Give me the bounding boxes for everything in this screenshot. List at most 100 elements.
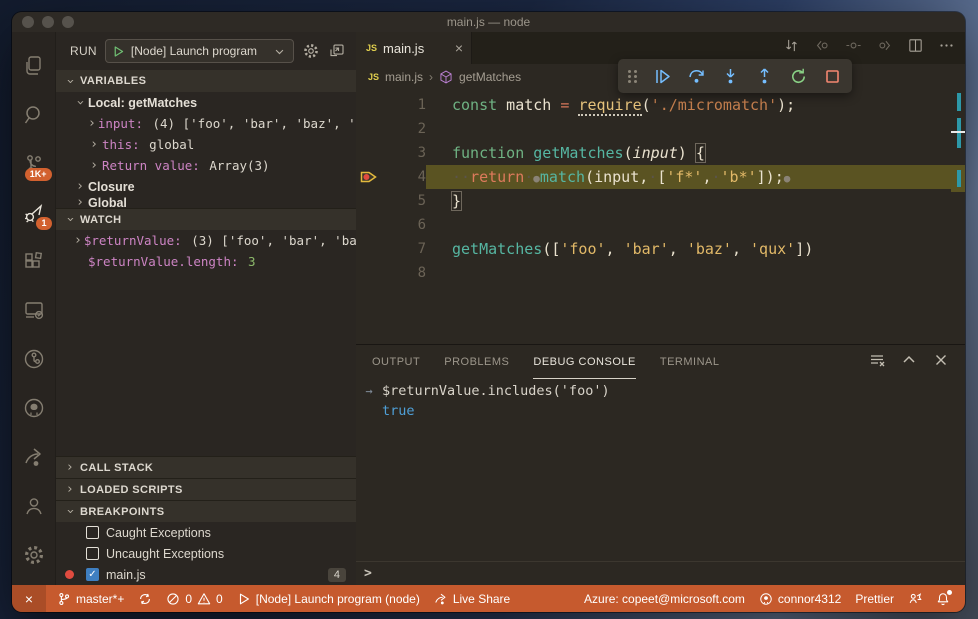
launch-config-dropdown[interactable]: [Node] Launch program xyxy=(104,39,294,63)
sync-button[interactable] xyxy=(131,585,159,612)
live-share-status[interactable]: Live Share xyxy=(427,585,517,612)
restart-button[interactable] xyxy=(789,67,808,86)
console-expression-row[interactable]: → $returnValue.includes('foo') xyxy=(356,381,965,401)
code-token: [ xyxy=(657,168,667,186)
gutter-breakpoint-zone[interactable] xyxy=(356,261,378,285)
code-line[interactable]: 6 xyxy=(356,213,965,237)
gutter-breakpoint-zone[interactable] xyxy=(356,165,378,189)
sidebar-item-explorer[interactable] xyxy=(12,42,56,91)
sidebar-item-live-share[interactable] xyxy=(12,433,56,482)
breakpoint-label: Uncaught Exceptions xyxy=(106,546,225,561)
breadcrumb-symbol[interactable]: getMatches xyxy=(459,70,521,84)
debug-settings-button[interactable] xyxy=(302,42,320,60)
maximize-panel-button[interactable] xyxy=(901,352,917,373)
notifications-button[interactable] xyxy=(929,585,957,612)
sidebar-item-source-control[interactable]: 1K+ xyxy=(12,140,56,189)
code-line[interactable]: 8 xyxy=(356,261,965,285)
gutter-breakpoint-zone[interactable] xyxy=(356,213,378,237)
tab-debug-console[interactable]: DEBUG CONSOLE xyxy=(533,345,636,379)
continue-button[interactable] xyxy=(653,67,672,86)
variable-row[interactable]: › this: global xyxy=(56,134,356,155)
more-actions-button[interactable] xyxy=(938,37,955,59)
gutter-breakpoint-zone[interactable] xyxy=(356,189,378,213)
tab-output[interactable]: OUTPUT xyxy=(372,345,420,379)
drag-handle-icon[interactable] xyxy=(628,69,638,83)
loaded-scripts-section-header[interactable]: › LOADED SCRIPTS xyxy=(56,478,356,500)
breakpoint-checkbox[interactable]: ✓ xyxy=(86,568,99,581)
close-panel-button[interactable] xyxy=(933,352,949,373)
breakpoint-row[interactable]: ✓ main.js 4 xyxy=(56,564,356,585)
tab-problems[interactable]: PROBLEMS xyxy=(444,345,509,379)
play-icon xyxy=(239,593,249,604)
debug-console-toggle-button[interactable] xyxy=(328,42,346,60)
step-into-button[interactable] xyxy=(721,67,740,86)
variable-row[interactable]: › Closure xyxy=(56,176,356,197)
problems-status[interactable]: 0 0 xyxy=(159,585,229,612)
variable-value: (3) ['foo', 'bar', 'baz'] xyxy=(191,233,356,248)
breakpoints-section-header[interactable]: › BREAKPOINTS xyxy=(56,500,356,522)
gutter-breakpoint-zone[interactable] xyxy=(356,141,378,165)
sidebar-item-remote-explorer[interactable] xyxy=(12,286,56,335)
formatter-status[interactable]: Prettier xyxy=(848,585,901,612)
variable-row[interactable]: › Return value: Array(3) xyxy=(56,155,356,176)
watch-section-header[interactable]: › WATCH xyxy=(56,208,356,230)
code-line[interactable]: 2 xyxy=(356,117,965,141)
split-editor-button[interactable] xyxy=(907,37,924,59)
code-line[interactable]: 5} xyxy=(356,189,965,213)
debug-console-input[interactable]: > xyxy=(356,561,965,585)
code-token: 'b*' xyxy=(720,168,757,186)
watch-row[interactable]: ›$returnValue: (3) ['foo', 'bar', 'baz'] xyxy=(56,230,356,251)
remote-indicator[interactable]: × xyxy=(12,585,46,612)
variables-section-header[interactable]: › VARIABLES xyxy=(56,70,356,92)
step-out-button[interactable] xyxy=(755,67,774,86)
clear-console-button[interactable] xyxy=(869,352,885,373)
github-account-status[interactable]: connor4312 xyxy=(752,585,848,612)
stop-button[interactable] xyxy=(823,67,842,86)
variable-row[interactable]: › Local: getMatches xyxy=(56,92,356,113)
launch-config-label: [Node] Launch program xyxy=(130,44,257,58)
gutter-breakpoint-zone[interactable] xyxy=(356,237,378,261)
open-changes-button[interactable] xyxy=(783,37,800,59)
current-change-button[interactable] xyxy=(845,37,862,59)
breadcrumb-file[interactable]: main.js xyxy=(385,70,423,84)
feedback-button[interactable] xyxy=(901,585,929,612)
gutter-breakpoint-zone[interactable] xyxy=(356,93,378,117)
azure-account-status[interactable]: Azure: copeet@microsoft.com xyxy=(577,585,752,612)
overview-ruler[interactable] xyxy=(951,90,965,344)
chevron-down-icon xyxy=(275,49,284,54)
breakpoint-row[interactable]: Uncaught Exceptions xyxy=(56,543,356,564)
watch-row[interactable]: $returnValue.length: 3 xyxy=(56,251,356,272)
call-stack-section-header[interactable]: › CALL STACK xyxy=(56,456,356,478)
sidebar-item-extensions[interactable] xyxy=(12,237,56,286)
sidebar-item-search[interactable] xyxy=(12,91,56,140)
sidebar-item-timeline[interactable] xyxy=(12,335,56,384)
close-tab-icon[interactable]: × xyxy=(455,40,463,56)
accounts-button[interactable] xyxy=(12,481,56,530)
variable-row[interactable]: ›input: (4) ['foo', 'bar', 'baz', 'qux'] xyxy=(56,113,356,134)
split-editor-icon xyxy=(909,39,922,52)
debug-target-status[interactable]: [Node] Launch program (node) xyxy=(230,585,427,612)
branch-status[interactable]: master*+ xyxy=(50,585,131,612)
code-token: 'baz' xyxy=(686,240,732,258)
variable-name: this: xyxy=(102,137,140,152)
code-editor[interactable]: 1 const match = require('./micromatch'); 2… xyxy=(356,90,965,344)
debug-console-output[interactable]: → $returnValue.includes('foo') true xyxy=(356,379,965,561)
breakpoint-row[interactable]: Caught Exceptions xyxy=(56,522,356,543)
breakpoint-checkbox[interactable] xyxy=(86,547,99,560)
tab-main-js[interactable]: JS main.js × xyxy=(356,32,472,64)
sidebar-item-github[interactable] xyxy=(12,384,56,433)
code-line[interactable]: 7 getMatches(['foo', 'bar', 'baz', 'qux']… xyxy=(356,237,965,261)
breakpoint-checkbox[interactable] xyxy=(86,526,99,539)
code-line[interactable]: 3 function getMatches(input) { xyxy=(356,141,965,165)
gutter-breakpoint-zone[interactable] xyxy=(356,117,378,141)
step-over-button[interactable] xyxy=(687,67,706,86)
previous-change-button[interactable] xyxy=(814,37,831,59)
code-line[interactable]: 1 const match = require('./micromatch'); xyxy=(356,93,965,117)
settings-button[interactable] xyxy=(12,530,56,579)
sidebar-item-run-debug[interactable]: 1 xyxy=(12,188,56,237)
next-change-button[interactable] xyxy=(876,37,893,59)
code-line[interactable]: 4 ··return·●match(input,·['f*',·'b*']);● xyxy=(356,165,965,189)
tab-terminal[interactable]: TERMINAL xyxy=(660,345,720,379)
console-result-row[interactable]: true xyxy=(356,401,965,421)
variable-row[interactable]: › Global xyxy=(56,197,356,208)
